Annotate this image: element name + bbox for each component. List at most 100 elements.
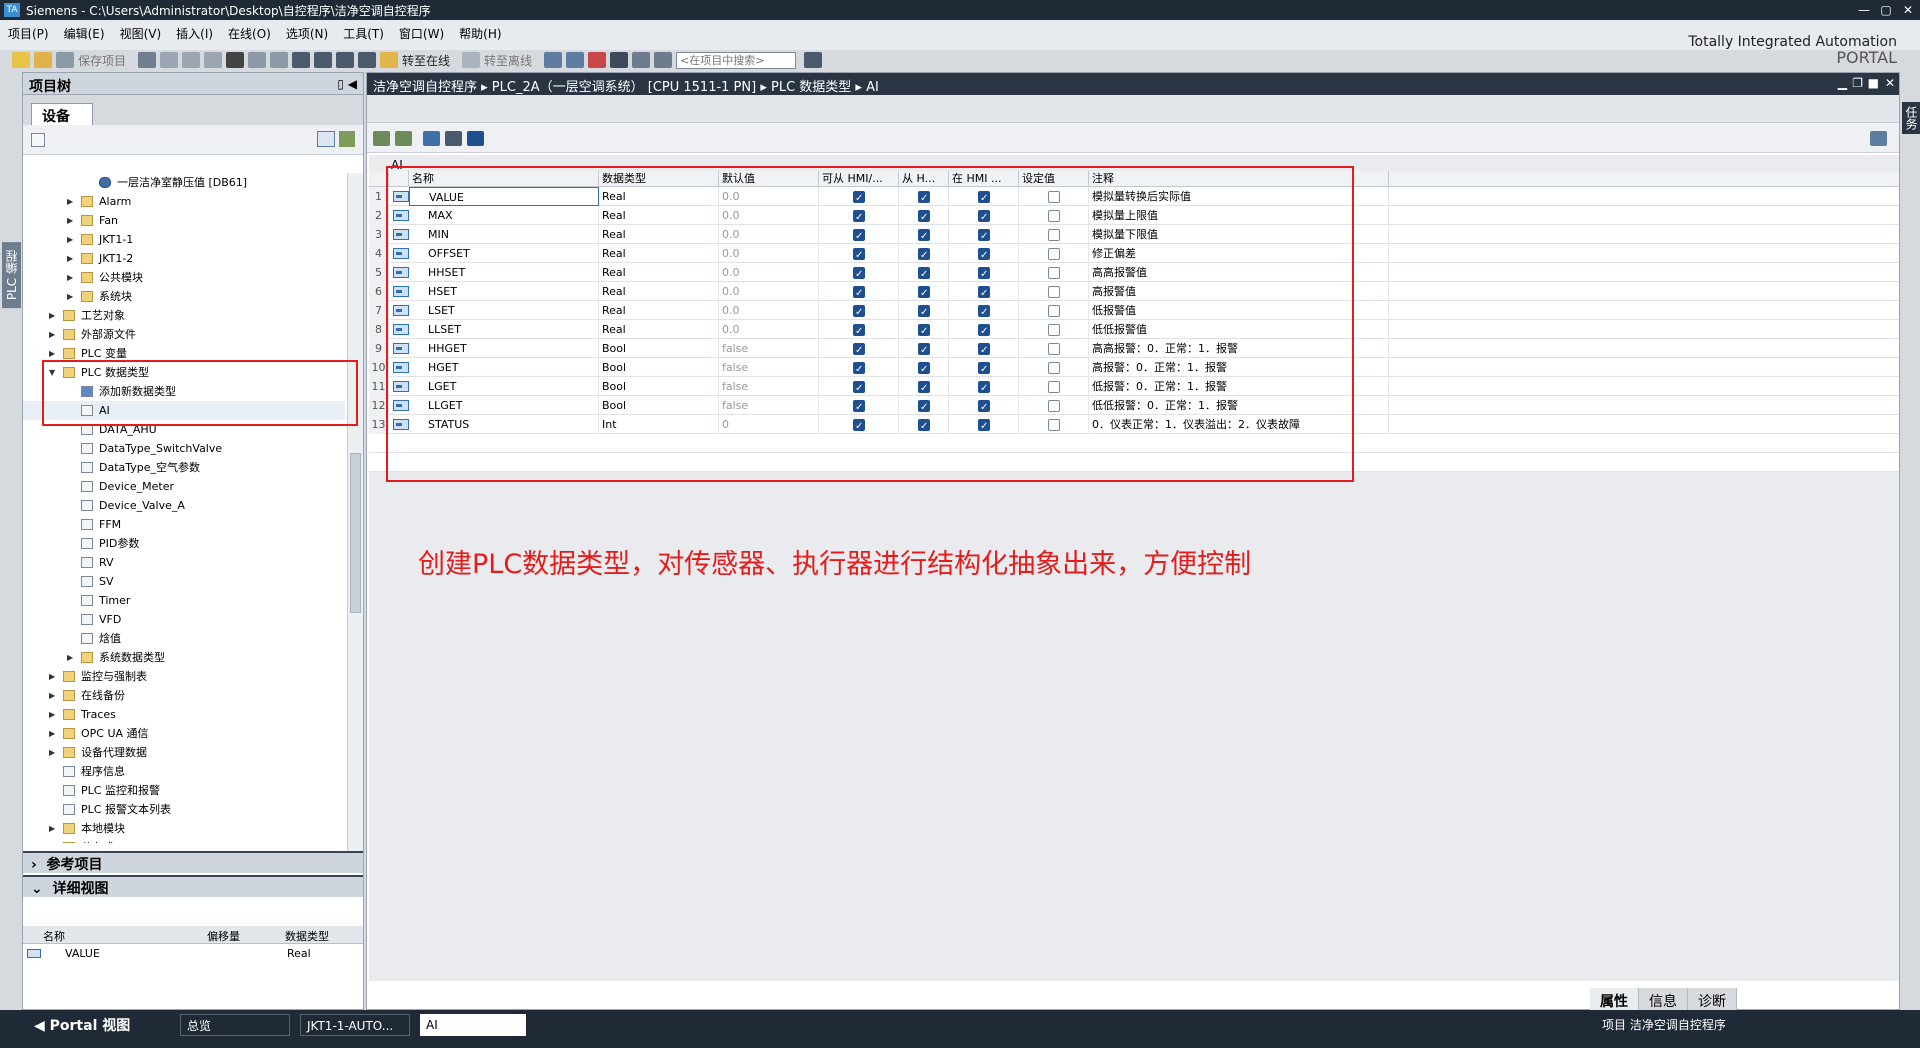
save-icon[interactable] bbox=[56, 52, 74, 68]
reference-projects-bar[interactable]: › 参考项目 bbox=[23, 851, 363, 873]
tree-item[interactable]: 焓值 bbox=[23, 629, 345, 648]
tree-item[interactable]: ▶ JKT1-1 bbox=[23, 230, 345, 249]
task-overview[interactable]: 总览 bbox=[180, 1014, 290, 1036]
editor-maximize-icon[interactable]: ■ bbox=[1868, 76, 1879, 90]
tab-diagnostics[interactable]: 诊断 bbox=[1688, 988, 1737, 1010]
stop-cpu-icon[interactable] bbox=[588, 52, 607, 68]
tree-item[interactable]: ▶ 监控与强制表 bbox=[23, 667, 345, 686]
expand-twisty-icon[interactable]: ▶ bbox=[49, 743, 55, 762]
accessible-devices-icon[interactable] bbox=[544, 52, 563, 68]
tab-devices[interactable]: 设备 bbox=[31, 103, 93, 125]
cross-reference-icon[interactable] bbox=[610, 52, 629, 68]
simulation-icon[interactable] bbox=[358, 52, 377, 68]
task-jkt1-1[interactable]: JKT1-1-AUTO... bbox=[300, 1014, 410, 1036]
menu-tools[interactable]: 工具(T) bbox=[343, 25, 384, 42]
expand-twisty-icon[interactable]: ▶ bbox=[67, 287, 73, 306]
tree-item[interactable]: Device_Meter bbox=[23, 477, 345, 496]
expand-twisty-icon[interactable]: ▶ bbox=[49, 724, 55, 743]
tree-item[interactable]: RV bbox=[23, 553, 345, 572]
expand-twisty-icon[interactable]: ▶ bbox=[67, 230, 73, 249]
expand-twisty-icon[interactable]: ▶ bbox=[67, 211, 73, 230]
compile-icon[interactable] bbox=[292, 52, 311, 68]
search-icon[interactable] bbox=[804, 52, 823, 68]
tree-item[interactable]: DataType_空气参数 bbox=[23, 458, 345, 477]
tree-item[interactable]: SV bbox=[23, 572, 345, 591]
detail-row[interactable]: VALUE Real bbox=[23, 946, 363, 963]
expand-twisty-icon[interactable]: ▶ bbox=[67, 192, 73, 211]
tree-item[interactable]: ▶ 公共模块 bbox=[23, 268, 345, 287]
new-project-icon[interactable] bbox=[12, 52, 30, 68]
detail-view-bar[interactable]: ⌄ 详细视图 bbox=[23, 875, 363, 897]
tree-item[interactable]: ▶ 在线备份 bbox=[23, 686, 345, 705]
tree-item[interactable]: Timer bbox=[23, 591, 345, 610]
tree-item[interactable]: VFD bbox=[23, 610, 345, 629]
tasks-tab[interactable]: 任务 bbox=[1902, 102, 1920, 134]
tree-item[interactable]: Device_Valve_A bbox=[23, 496, 345, 515]
paste-icon[interactable] bbox=[204, 52, 223, 68]
tree-item[interactable]: ▶ 系统数据类型 bbox=[23, 648, 345, 667]
refresh-icon[interactable] bbox=[339, 131, 355, 147]
copy-icon[interactable] bbox=[182, 52, 201, 68]
tree-item[interactable]: FFM bbox=[23, 515, 345, 534]
download-icon[interactable] bbox=[314, 52, 333, 68]
insert-row-icon[interactable] bbox=[373, 131, 390, 146]
tree-item[interactable]: PID参数 bbox=[23, 534, 345, 553]
collapse-all-icon[interactable] bbox=[445, 131, 462, 146]
list-view-icon[interactable] bbox=[467, 131, 484, 146]
expand-twisty-icon[interactable]: ▶ bbox=[49, 667, 55, 686]
tree-item[interactable]: ▶ 本地模块 bbox=[23, 819, 345, 838]
go-online-icon[interactable] bbox=[380, 52, 399, 68]
print-icon[interactable] bbox=[138, 52, 157, 68]
overview-icon[interactable] bbox=[31, 133, 45, 147]
start-cpu-icon[interactable] bbox=[566, 52, 585, 68]
undo-icon[interactable] bbox=[248, 52, 267, 68]
editor-close-icon[interactable]: ✕ bbox=[1885, 76, 1895, 90]
go-offline-icon[interactable] bbox=[462, 52, 481, 68]
view-toggle-icon[interactable] bbox=[317, 131, 335, 147]
collapse-panel-icon[interactable]: ▯ ◀ bbox=[337, 77, 357, 91]
expand-twisty-icon[interactable]: ▶ bbox=[49, 705, 55, 724]
tree-item[interactable]: DataType_SwitchValve bbox=[23, 439, 345, 458]
tree-item[interactable]: ▶ 工艺对象 bbox=[23, 306, 345, 325]
tree-item[interactable]: ▶ OPC UA 通信 bbox=[23, 724, 345, 743]
tree-item[interactable]: ▶ Traces bbox=[23, 705, 345, 724]
tree-item[interactable]: ▶ 分布式 I/O bbox=[23, 838, 345, 843]
portal-view-button[interactable]: ◀ Portal 视图 bbox=[34, 1015, 130, 1035]
tree-item[interactable]: 一层洁净室静压值 [DB61] bbox=[23, 173, 345, 192]
close-icon[interactable]: ✕ bbox=[1898, 1, 1918, 19]
menu-project[interactable]: 项目(P) bbox=[8, 25, 49, 42]
menu-edit[interactable]: 编辑(E) bbox=[64, 25, 105, 42]
expand-all-icon[interactable] bbox=[423, 131, 440, 146]
minimize-icon[interactable]: — bbox=[1854, 1, 1874, 19]
tab-info[interactable]: 信息 bbox=[1639, 988, 1688, 1010]
split-horizontal-icon[interactable] bbox=[632, 52, 651, 68]
upload-icon[interactable] bbox=[336, 52, 355, 68]
tree-item[interactable]: ▶ 外部源文件 bbox=[23, 325, 345, 344]
tree-item[interactable]: PLC 报警文本列表 bbox=[23, 800, 345, 819]
menu-options[interactable]: 选项(N) bbox=[286, 25, 328, 42]
menu-help[interactable]: 帮助(H) bbox=[459, 25, 501, 42]
settings-icon[interactable] bbox=[1870, 131, 1887, 146]
tree-item[interactable]: PLC 监控和报警 bbox=[23, 781, 345, 800]
tree-scrollbar[interactable] bbox=[347, 173, 363, 851]
menu-online[interactable]: 在线(O) bbox=[228, 25, 271, 42]
editor-minimize-icon[interactable]: ▁ bbox=[1838, 76, 1847, 90]
menu-window[interactable]: 窗口(W) bbox=[399, 25, 444, 42]
open-project-icon[interactable] bbox=[34, 52, 52, 68]
delete-icon[interactable] bbox=[226, 52, 245, 68]
tree-item[interactable]: 程序信息 bbox=[23, 762, 345, 781]
expand-twisty-icon[interactable]: ▶ bbox=[49, 686, 55, 705]
expand-twisty-icon[interactable]: ▶ bbox=[49, 325, 55, 344]
tree-item[interactable]: ▶ Alarm bbox=[23, 192, 345, 211]
add-row-icon[interactable] bbox=[395, 131, 412, 146]
task-ai[interactable]: AI bbox=[420, 1014, 526, 1036]
split-vertical-icon[interactable] bbox=[654, 52, 673, 68]
tree-item[interactable]: ▶ Fan bbox=[23, 211, 345, 230]
expand-twisty-icon[interactable]: ▶ bbox=[67, 268, 73, 287]
redo-icon[interactable] bbox=[270, 52, 289, 68]
save-project-button[interactable]: 保存项目 bbox=[78, 52, 126, 69]
expand-twisty-icon[interactable]: ▶ bbox=[49, 819, 55, 838]
expand-twisty-icon[interactable]: ▶ bbox=[67, 648, 73, 667]
go-online-button[interactable]: 转至在线 bbox=[402, 52, 450, 69]
editor-restore-icon[interactable]: ❐ bbox=[1852, 76, 1863, 90]
